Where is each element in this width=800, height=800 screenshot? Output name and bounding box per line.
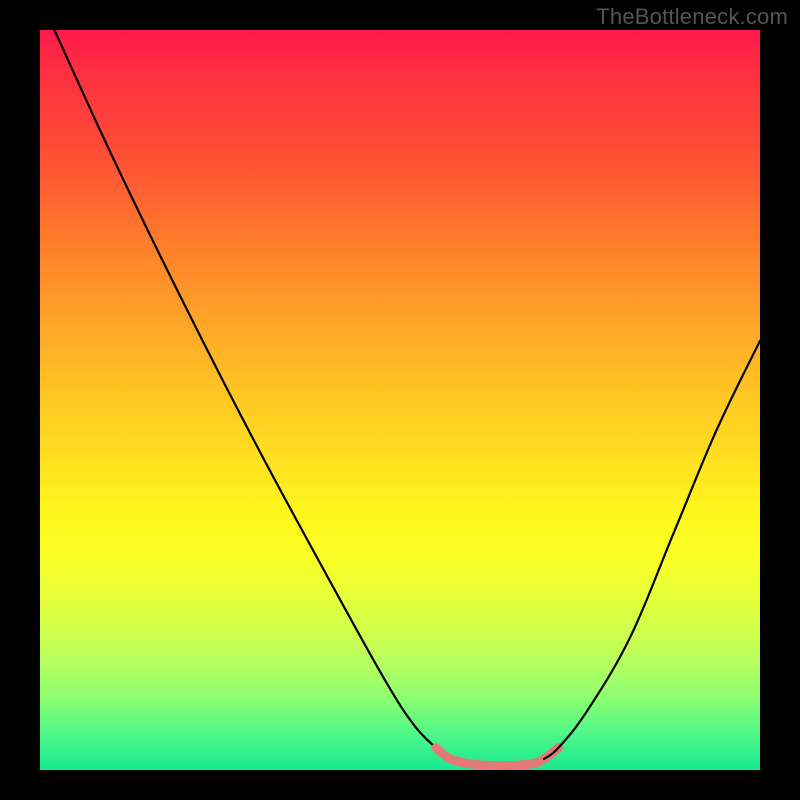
chart-container: TheBottleneck.com bbox=[0, 0, 800, 800]
right-curve-path bbox=[544, 341, 760, 759]
chart-svg bbox=[40, 30, 760, 770]
left-curve-path bbox=[54, 30, 450, 759]
watermark-text: TheBottleneck.com bbox=[596, 4, 788, 30]
flat-segment-path bbox=[436, 748, 558, 766]
series-group bbox=[54, 30, 760, 766]
